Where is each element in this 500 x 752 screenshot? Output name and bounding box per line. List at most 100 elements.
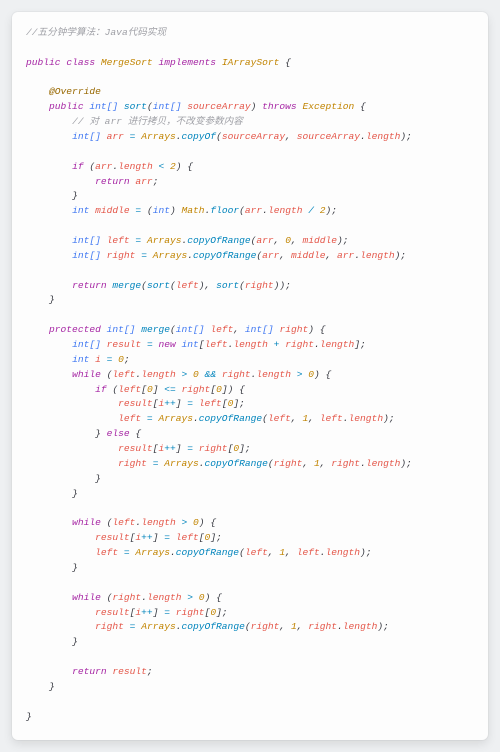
b: } bbox=[72, 488, 78, 499]
c: , bbox=[326, 250, 332, 261]
v: length bbox=[366, 131, 401, 142]
kw-ret: return bbox=[72, 280, 107, 291]
v: left bbox=[118, 384, 141, 395]
v: arr bbox=[256, 235, 273, 246]
v: length bbox=[118, 161, 153, 172]
p: ) bbox=[176, 161, 182, 172]
s: ; bbox=[124, 354, 130, 365]
s: ; bbox=[406, 131, 412, 142]
b: { bbox=[187, 161, 193, 172]
b: { bbox=[135, 428, 141, 439]
v-res: result bbox=[107, 339, 142, 350]
b: } bbox=[26, 711, 32, 722]
kw-while: while bbox=[72, 369, 101, 380]
b: { bbox=[210, 517, 216, 528]
pn-src: sourceArray bbox=[187, 101, 250, 112]
kw-if: if bbox=[72, 161, 84, 172]
c: Arrays bbox=[147, 235, 182, 246]
b: { bbox=[239, 384, 245, 395]
v-left: left bbox=[107, 235, 130, 246]
v: left bbox=[118, 413, 141, 424]
lt: < bbox=[158, 161, 164, 172]
b: } bbox=[72, 636, 78, 647]
brace-open: { bbox=[285, 57, 291, 68]
v: left bbox=[205, 339, 228, 350]
c: Math bbox=[182, 205, 205, 216]
v: arr bbox=[262, 250, 279, 261]
gt: > bbox=[182, 517, 188, 528]
f: copyOfRange bbox=[205, 458, 268, 469]
b: } bbox=[72, 190, 78, 201]
t: int[] bbox=[72, 235, 101, 246]
ann-override: @Override bbox=[49, 86, 101, 97]
gt: > bbox=[182, 369, 188, 380]
v: right bbox=[279, 324, 308, 335]
eq: = bbox=[124, 547, 130, 558]
f: copyOfRange bbox=[187, 235, 250, 246]
eq: = bbox=[187, 443, 193, 454]
eq: = bbox=[107, 354, 113, 365]
c: , bbox=[279, 621, 285, 632]
c: Arrays bbox=[164, 458, 199, 469]
kw-if: if bbox=[95, 384, 107, 395]
s: ; bbox=[216, 532, 222, 543]
s: ; bbox=[366, 547, 372, 558]
s: ; bbox=[406, 458, 412, 469]
kw-else: else bbox=[107, 428, 130, 439]
v: left bbox=[176, 280, 199, 291]
pp: ++ bbox=[141, 607, 153, 618]
t: int[] bbox=[72, 250, 101, 261]
v: left bbox=[320, 413, 343, 424]
gt: > bbox=[297, 369, 303, 380]
kw-while: while bbox=[72, 592, 101, 603]
t: int[] bbox=[176, 324, 205, 335]
b: } bbox=[49, 294, 55, 305]
c: , bbox=[268, 547, 274, 558]
inner-comment: // 对 arr 进行拷贝，不改变参数内容 bbox=[72, 116, 243, 127]
c: , bbox=[233, 324, 239, 335]
v: result bbox=[95, 607, 130, 618]
b: { bbox=[326, 369, 332, 380]
leq: <= bbox=[164, 384, 176, 395]
b: { bbox=[216, 592, 222, 603]
v: length bbox=[268, 205, 303, 216]
v: length bbox=[320, 339, 355, 350]
div: / bbox=[308, 205, 314, 216]
f: merge bbox=[112, 280, 141, 291]
c: , bbox=[320, 458, 326, 469]
c: , bbox=[285, 547, 291, 558]
v: length bbox=[366, 458, 401, 469]
t: int bbox=[72, 354, 89, 365]
eq: = bbox=[147, 413, 153, 424]
b: } bbox=[95, 473, 101, 484]
cs: ] bbox=[153, 384, 159, 395]
v: right bbox=[118, 458, 147, 469]
v: right bbox=[222, 369, 251, 380]
s: ; bbox=[239, 398, 245, 409]
c: , bbox=[291, 413, 297, 424]
s: ; bbox=[153, 176, 159, 187]
pp: ++ bbox=[164, 398, 176, 409]
v: right bbox=[245, 280, 274, 291]
s: ; bbox=[331, 205, 337, 216]
and: && bbox=[205, 369, 217, 380]
p: ) bbox=[251, 101, 257, 112]
eq: = bbox=[164, 532, 170, 543]
t: int bbox=[153, 205, 170, 216]
kw-prot: protected bbox=[49, 324, 101, 335]
kw-ret: return bbox=[72, 666, 107, 677]
eq: = bbox=[135, 205, 141, 216]
p: ) bbox=[228, 384, 234, 395]
kw-class: class bbox=[66, 57, 95, 68]
eq: = bbox=[164, 607, 170, 618]
v: right bbox=[112, 592, 141, 603]
v: left bbox=[112, 517, 135, 528]
v: left bbox=[297, 547, 320, 558]
v: left bbox=[268, 413, 291, 424]
cs: ] bbox=[153, 607, 159, 618]
cls-iarraysort: IArraySort bbox=[222, 57, 280, 68]
b: { bbox=[360, 101, 366, 112]
v: left bbox=[95, 547, 118, 558]
v: result bbox=[118, 398, 153, 409]
kw-throws: throws bbox=[262, 101, 297, 112]
